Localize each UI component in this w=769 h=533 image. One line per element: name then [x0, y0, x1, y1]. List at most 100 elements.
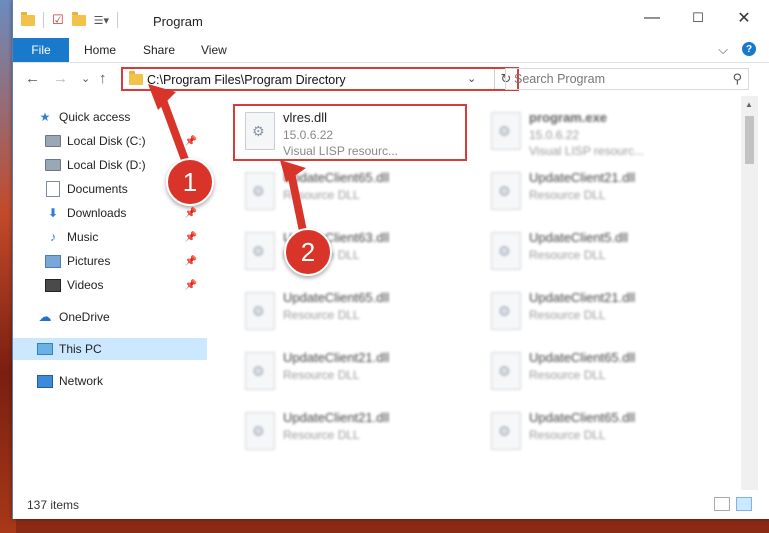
scroll-up-icon[interactable]: ▲ [745, 100, 753, 109]
recent-locations-button[interactable]: ⌄ [81, 72, 90, 85]
file-item[interactable]: UpdateClient65.dll Resource DLL [235, 164, 465, 216]
file-tab[interactable]: File [13, 38, 69, 62]
download-icon: ⬇ [47, 206, 59, 220]
step-badge-1: 1 [166, 158, 214, 206]
sidebar-item-network[interactable]: Network [37, 370, 207, 392]
file-description: Resource DLL [529, 368, 606, 382]
file-item[interactable]: UpdateClient21.dll Resource DLL [235, 344, 465, 396]
customize-toolbar-icon[interactable]: ☰▾ [94, 14, 109, 27]
file-item[interactable]: UpdateClient21.dll Resource DLL [481, 164, 711, 216]
search-placeholder: Search Program [514, 72, 606, 86]
help-icon[interactable]: ? [742, 42, 756, 56]
file-item-program-exe[interactable]: program.exe 15.0.6.22 Visual LISP resour… [481, 104, 711, 158]
dll-file-icon [245, 172, 275, 210]
minimize-button[interactable]: — [629, 4, 675, 32]
computer-icon [37, 342, 53, 356]
address-dropdown-icon[interactable]: ⌄ [467, 72, 476, 85]
sidebar-item-music[interactable]: ♪ Music 📌 [45, 226, 207, 248]
sidebar-item-quick-access[interactable]: ★ Quick access [37, 106, 207, 128]
sidebar-item-videos[interactable]: Videos 📌 [45, 274, 207, 296]
disk-icon [45, 134, 61, 148]
tab-home[interactable]: Home [84, 43, 116, 57]
maximize-button[interactable]: ☐ [675, 4, 721, 32]
dll-file-icon [245, 352, 275, 390]
file-description: Resource DLL [529, 428, 606, 442]
new-folder-icon[interactable] [71, 11, 86, 26]
file-description: Resource DLL [283, 308, 360, 322]
videos-icon [45, 278, 61, 292]
dll-file-icon [491, 172, 521, 210]
document-icon [45, 181, 61, 197]
file-description: Resource DLL [283, 368, 360, 382]
file-item[interactable]: UpdateClient5.dll Resource DLL [481, 224, 711, 276]
pin-icon[interactable]: 📌 [185, 232, 197, 243]
back-button[interactable]: ← [25, 70, 40, 87]
file-name: program.exe [529, 110, 608, 125]
expand-ribbon-icon[interactable]: ⌵ [718, 42, 728, 58]
file-description: Resource DLL [283, 428, 360, 442]
pin-icon[interactable]: 📌 [185, 280, 197, 291]
up-button[interactable]: ↑ [99, 70, 107, 87]
forward-button[interactable]: → [53, 70, 68, 87]
sidebar-item-label: OneDrive [59, 310, 110, 324]
pin-icon[interactable]: 📌 [185, 208, 197, 219]
sidebar-item-label: Quick access [59, 110, 131, 124]
sidebar-item-pictures[interactable]: Pictures 📌 [45, 250, 207, 272]
sidebar-item-this-pc[interactable]: This PC [13, 338, 207, 360]
file-name: UpdateClient65.dll [283, 170, 390, 185]
cloud-icon: ☁ [38, 309, 52, 324]
file-description: Resource DLL [529, 188, 606, 202]
toolbar-divider [117, 12, 119, 28]
file-item[interactable]: UpdateClient65.dll Resource DLL [235, 284, 465, 336]
properties-icon[interactable]: ☑ [52, 12, 64, 28]
details-view-icon[interactable] [714, 497, 730, 511]
status-bar: 137 items [13, 492, 769, 516]
dll-file-icon [491, 292, 521, 330]
toolbar-divider [43, 12, 44, 28]
highlight-box [233, 104, 467, 161]
navigation-bar: ← → ⌄ ↑ C:\Program Files\Program Directo… [13, 64, 769, 96]
pin-icon[interactable]: 📌 [185, 136, 197, 147]
star-icon: ★ [39, 110, 51, 124]
file-item[interactable]: UpdateClient63.dll Resource DLL [235, 224, 465, 276]
disk-icon [45, 158, 61, 172]
sidebar-item-downloads[interactable]: ⬇ Downloads 📌 [45, 202, 207, 224]
file-description: Visual LISP resourc... [529, 144, 644, 158]
file-name: UpdateClient21.dll [283, 410, 390, 425]
tab-view[interactable]: View [201, 43, 227, 57]
file-item[interactable]: UpdateClient65.dll Resource DLL [481, 344, 711, 396]
folder-icon [129, 71, 143, 85]
sidebar-item-label: Local Disk (D:) [67, 158, 146, 172]
search-input[interactable]: Search Program ⚲ [505, 68, 749, 90]
file-list: vlres.dll 15.0.6.22 Visual LISP resourc.… [209, 96, 741, 490]
close-button[interactable]: ✕ [721, 4, 767, 32]
sidebar-item-label: Documents [67, 182, 128, 196]
dll-file-icon [491, 232, 521, 270]
pictures-icon [45, 254, 61, 268]
scroll-thumb[interactable] [745, 116, 754, 164]
file-name: UpdateClient5.dll [529, 230, 629, 245]
file-description: Resource DLL [529, 308, 606, 322]
sidebar-item-label: Music [67, 230, 99, 244]
sidebar-item-local-disk-c[interactable]: Local Disk (C:) 📌 [45, 130, 207, 152]
sidebar-item-label: Pictures [67, 254, 111, 268]
vertical-scrollbar[interactable]: ▲ [741, 96, 758, 490]
folder-icon[interactable] [21, 11, 35, 26]
window-title: Program [153, 14, 203, 29]
sidebar-item-onedrive[interactable]: ☁ OneDrive [37, 306, 207, 328]
item-count: 137 items [27, 498, 80, 512]
tab-share[interactable]: Share [143, 43, 175, 57]
dll-file-icon [245, 292, 275, 330]
step-badge-2: 2 [284, 228, 332, 276]
sidebar-item-label: Local Disk (C:) [67, 134, 146, 148]
file-name: UpdateClient65.dll [529, 410, 636, 425]
tiles-view-icon[interactable] [736, 497, 752, 511]
pin-icon[interactable]: 📌 [185, 256, 197, 267]
file-item[interactable]: UpdateClient21.dll Resource DLL [481, 284, 711, 336]
file-item[interactable]: UpdateClient65.dll Resource DLL [481, 404, 711, 456]
address-path: C:\Program Files\Program Directory [147, 73, 346, 87]
dll-file-icon [491, 352, 521, 390]
file-item[interactable]: UpdateClient21.dll Resource DLL [235, 404, 465, 456]
address-bar[interactable]: C:\Program Files\Program Directory ⌄ ↻ [121, 67, 519, 91]
sidebar-item-label: Videos [67, 278, 104, 292]
